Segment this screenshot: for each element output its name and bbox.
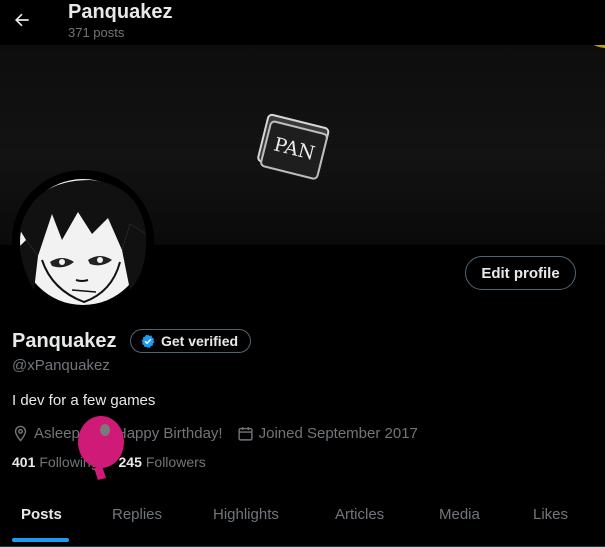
arrow-left-icon <box>15 13 29 27</box>
joined-text: Joined September 2017 <box>258 424 418 442</box>
tab-likes[interactable]: Likes <box>533 506 568 523</box>
header-name: Panquakez <box>68 1 173 23</box>
calendar-icon <box>238 426 253 441</box>
birthday-text: Happy Birthday! <box>115 424 223 442</box>
pan-logo: PAN <box>257 113 330 180</box>
profile-bio: I dev for a few games <box>12 392 156 409</box>
edit-profile-button[interactable]: Edit profile <box>465 256 576 290</box>
profile-handle: @xPanquakez <box>12 357 110 374</box>
profile-meta: Asleep Happy Birthday! Joined September … <box>12 423 432 443</box>
get-verified-button[interactable]: Get verified <box>130 329 252 353</box>
followers-link[interactable]: 245 Followers <box>119 454 206 470</box>
verified-badge-icon <box>141 334 155 348</box>
location-item: Asleep <box>12 425 80 442</box>
location-pin-icon <box>14 425 27 442</box>
location-text: Asleep <box>34 424 80 442</box>
anime-avatar-image <box>12 170 154 312</box>
header-post-count: 371 posts <box>68 25 125 40</box>
pink-balloon-icon[interactable] <box>76 414 130 482</box>
profile-header: Panquakez 371 posts <box>0 0 605 45</box>
profile-name: Panquakez <box>12 330 117 352</box>
profile-avatar[interactable] <box>12 170 154 312</box>
tab-posts[interactable]: Posts <box>21 506 62 523</box>
profile-tabs: Posts Replies Highlights Articles Media … <box>0 490 605 544</box>
tab-articles[interactable]: Articles <box>335 506 384 523</box>
tab-highlights[interactable]: Highlights <box>213 506 279 523</box>
following-count: 401 <box>12 454 36 470</box>
back-button[interactable] <box>8 6 36 34</box>
get-verified-label: Get verified <box>161 333 239 349</box>
tab-media[interactable]: Media <box>439 506 480 523</box>
active-tab-indicator <box>12 538 69 542</box>
tab-replies[interactable]: Replies <box>112 506 162 523</box>
followers-label: Followers <box>145 454 206 470</box>
joined-item: Joined September 2017 <box>237 425 418 442</box>
